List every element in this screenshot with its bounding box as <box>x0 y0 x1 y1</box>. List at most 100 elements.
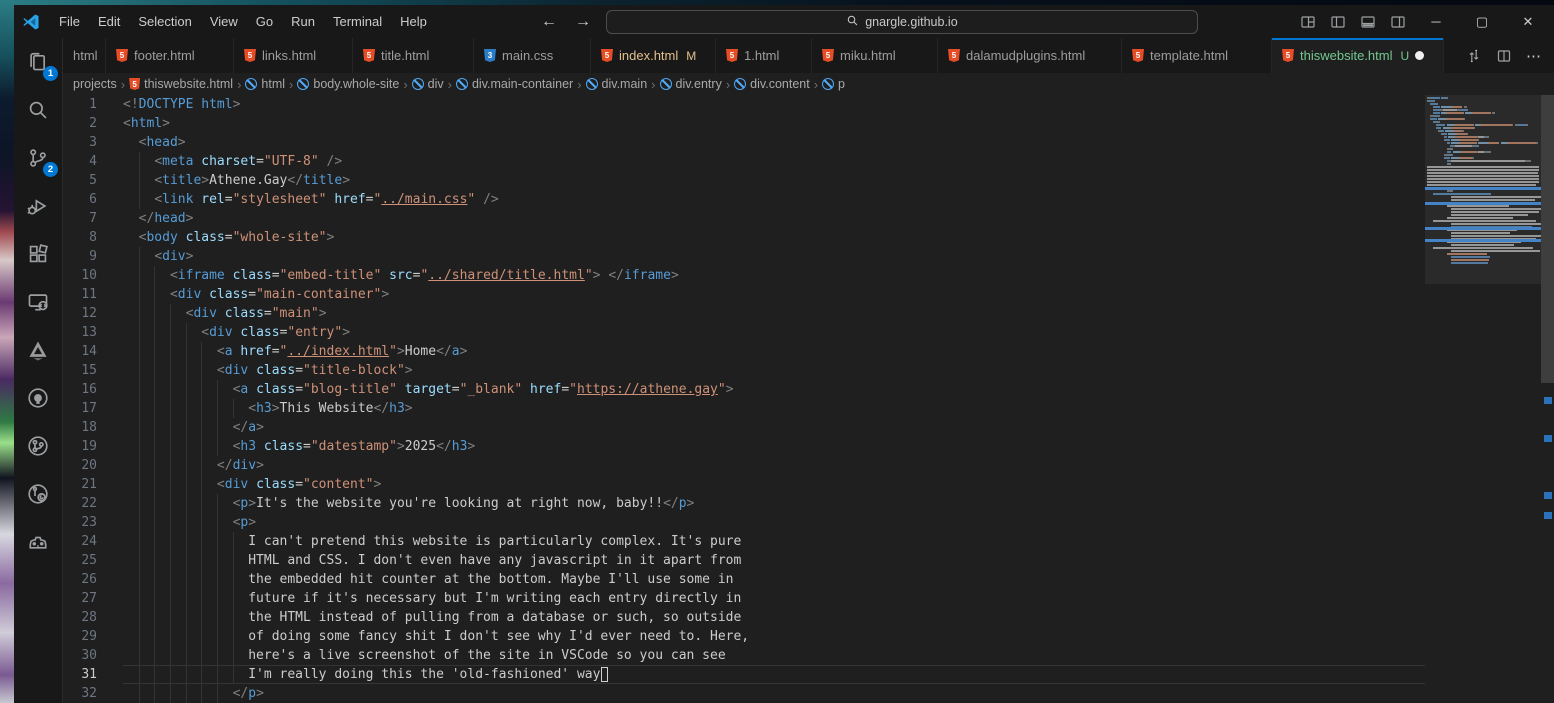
code-row-19[interactable]: 19 <h3 class="datestamp">2025</h3> <box>63 437 1424 456</box>
code-row-20[interactable]: 20 </div> <box>63 456 1424 475</box>
tab-main.css[interactable]: 3main.css <box>474 38 591 73</box>
minimize-button[interactable]: ─ <box>1414 5 1458 38</box>
breadcrumb-item-thiswebsite.html[interactable]: 5thiswebsite.html <box>127 77 235 91</box>
breadcrumb-item-p[interactable]: p <box>820 77 847 91</box>
code-line[interactable]: <iframe class="embed-title" src="../shar… <box>123 266 1424 285</box>
breadcrumb-item-html[interactable]: html <box>243 77 287 91</box>
code-line[interactable]: <p>It's the website you're looking at ri… <box>123 494 1424 513</box>
code-row-17[interactable]: 17 <h3>This Website</h3> <box>63 399 1424 418</box>
activity-godot-tools-icon[interactable] <box>14 518 62 566</box>
breadcrumb-item-body.whole-site[interactable]: body.whole-site <box>295 77 401 91</box>
code-line[interactable]: <a href="../index.html">Home</a> <box>123 342 1424 361</box>
tab-1.html[interactable]: 51.html <box>716 38 812 73</box>
code-line[interactable]: <meta charset="UTF-8" /> <box>123 152 1424 171</box>
activity-gitlens-inspect-icon[interactable] <box>14 470 62 518</box>
code-row-25[interactable]: 25 HTML and CSS. I don't even have any j… <box>63 551 1424 570</box>
tab-template.html[interactable]: 5template.html <box>1122 38 1272 73</box>
code-line[interactable]: future if it's necessary but I'm writing… <box>123 589 1424 608</box>
activity-run-debug-icon[interactable] <box>14 182 62 230</box>
menu-help[interactable]: Help <box>391 14 436 29</box>
tab-links.html[interactable]: 5links.html <box>234 38 353 73</box>
code-line[interactable]: <title>Athene.Gay</title> <box>123 171 1424 190</box>
tab-html[interactable]: html <box>63 38 106 73</box>
close-button[interactable]: ✕ <box>1506 5 1550 38</box>
code-line[interactable]: <div class="main-container"> <box>123 285 1424 304</box>
code-line[interactable]: of doing some fancy shit I don't see why… <box>123 627 1424 646</box>
scrollbar-thumb[interactable] <box>1541 95 1554 383</box>
code-row-12[interactable]: 12 <div class="main"> <box>63 304 1424 323</box>
code-row-13[interactable]: 13 <div class="entry"> <box>63 323 1424 342</box>
code-line[interactable]: <!DOCTYPE html> <box>123 95 1424 114</box>
code-line[interactable]: <h3>This Website</h3> <box>123 399 1424 418</box>
unsaved-dot[interactable] <box>1415 51 1424 60</box>
code-line[interactable]: <div class="entry"> <box>123 323 1424 342</box>
code-row-21[interactable]: 21 <div class="content"> <box>63 475 1424 494</box>
code-line[interactable]: </div> <box>123 456 1424 475</box>
tab-footer.html[interactable]: 5footer.html <box>106 38 234 73</box>
breadcrumb-item-div.entry[interactable]: div.entry <box>658 77 724 91</box>
toggle-secondary-sidebar-icon[interactable] <box>1384 9 1412 35</box>
toggle-primary-sidebar-icon[interactable] <box>1324 9 1352 35</box>
code-line[interactable]: <h3 class="datestamp">2025</h3> <box>123 437 1424 456</box>
command-center-search[interactable]: gnargle.github.io <box>606 10 1198 34</box>
menu-run[interactable]: Run <box>282 14 324 29</box>
code-line[interactable]: I'm really doing this the 'old-fashioned… <box>123 665 1424 684</box>
breadcrumb-item-div[interactable]: div <box>410 77 446 91</box>
menu-selection[interactable]: Selection <box>129 14 200 29</box>
code-line[interactable]: HTML and CSS. I don't even have any java… <box>123 551 1424 570</box>
back-button[interactable]: ← <box>532 13 566 31</box>
activity-a-extension-icon[interactable] <box>14 326 62 374</box>
code-row-30[interactable]: 30 here's a live screenshot of the site … <box>63 646 1424 665</box>
code-line[interactable]: <body class="whole-site"> <box>123 228 1424 247</box>
code-row-9[interactable]: 9 <div> <box>63 247 1424 266</box>
breadcrumb-item-div.main[interactable]: div.main <box>584 77 650 91</box>
code-line[interactable]: I can't pretend this website is particul… <box>123 532 1424 551</box>
code-row-15[interactable]: 15 <div class="title-block"> <box>63 361 1424 380</box>
code-row-23[interactable]: 23 <p> <box>63 513 1424 532</box>
code-row-31[interactable]: 31 I'm really doing this the 'old-fashio… <box>63 665 1424 684</box>
menu-go[interactable]: Go <box>247 14 282 29</box>
code-line[interactable]: <div> <box>123 247 1424 266</box>
forward-button[interactable]: → <box>566 13 600 31</box>
code-row-29[interactable]: 29 of doing some fancy shit I don't see … <box>63 627 1424 646</box>
code-line[interactable]: <a class="blog-title" target="_blank" hr… <box>123 380 1424 399</box>
code-line[interactable]: </head> <box>123 209 1424 228</box>
code-row-7[interactable]: 7 </head> <box>63 209 1424 228</box>
activity-remote-explorer-icon[interactable] <box>14 278 62 326</box>
code-line[interactable]: <div class="content"> <box>123 475 1424 494</box>
menu-view[interactable]: View <box>201 14 247 29</box>
breadcrumb-item-projects[interactable]: projects <box>71 77 119 91</box>
activity-extensions-icon[interactable] <box>14 230 62 278</box>
activity-gitlens-icon[interactable] <box>14 422 62 470</box>
code-row-3[interactable]: 3 <head> <box>63 133 1424 152</box>
activity-explorer-icon[interactable]: 1 <box>14 38 62 86</box>
code-row-4[interactable]: 4 <meta charset="UTF-8" /> <box>63 152 1424 171</box>
more-actions-icon[interactable]: ⋯ <box>1522 44 1546 68</box>
tab-dalamudplugins.html[interactable]: 5dalamudplugins.html <box>938 38 1122 73</box>
code-line[interactable]: here's a live screenshot of the site in … <box>123 646 1424 665</box>
customize-layout-icon[interactable] <box>1294 9 1322 35</box>
breadcrumb-item-div.content[interactable]: div.content <box>732 77 812 91</box>
code-row-32[interactable]: 32 </p> <box>63 684 1424 703</box>
tab-title.html[interactable]: 5title.html <box>353 38 474 73</box>
menu-edit[interactable]: Edit <box>89 14 129 29</box>
split-editor-icon[interactable] <box>1492 44 1516 68</box>
toggle-panel-icon[interactable] <box>1354 9 1382 35</box>
minimap[interactable] <box>1425 95 1541 703</box>
code-row-16[interactable]: 16 <a class="blog-title" target="_blank"… <box>63 380 1424 399</box>
code-line[interactable]: the embedded hit counter at the bottom. … <box>123 570 1424 589</box>
tab-index.html[interactable]: 5index.htmlM <box>591 38 716 73</box>
activity-source-control-icon[interactable]: 2 <box>14 134 62 182</box>
code-lines[interactable]: 1<!DOCTYPE html>2<html>3 <head>4 <meta c… <box>63 95 1424 703</box>
menu-file[interactable]: File <box>50 14 89 29</box>
code-row-8[interactable]: 8 <body class="whole-site"> <box>63 228 1424 247</box>
code-row-10[interactable]: 10 <iframe class="embed-title" src="../s… <box>63 266 1424 285</box>
code-row-27[interactable]: 27 future if it's necessary but I'm writ… <box>63 589 1424 608</box>
code-line[interactable]: </p> <box>123 684 1424 703</box>
code-line[interactable]: <p> <box>123 513 1424 532</box>
code-row-26[interactable]: 26 the embedded hit counter at the botto… <box>63 570 1424 589</box>
code-row-6[interactable]: 6 <link rel="stylesheet" href="../main.c… <box>63 190 1424 209</box>
menu-terminal[interactable]: Terminal <box>324 14 391 29</box>
code-line[interactable]: </a> <box>123 418 1424 437</box>
vertical-scrollbar[interactable] <box>1541 95 1554 703</box>
